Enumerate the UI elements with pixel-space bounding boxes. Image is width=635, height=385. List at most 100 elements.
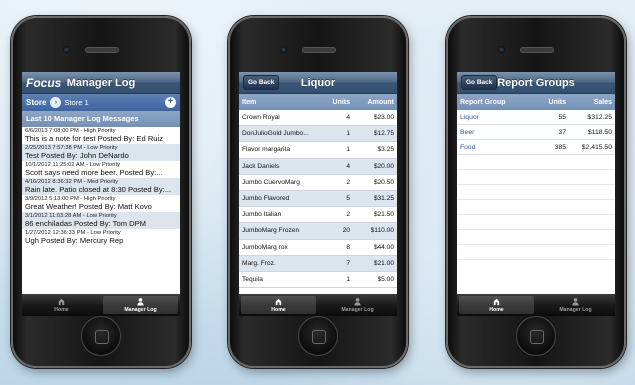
liquor-table: Crown Royal 4 $23.00 DonJulioGold Jumbo... 1… [239,110,397,289]
camera [498,46,505,53]
list-item[interactable]: 3/9/2012 5:13:00 PM - High Priority Great… [22,195,180,212]
add-icon[interactable]: + [165,97,176,108]
list-item[interactable]: 10/1/2012 11:25:02 AM - Low Priority Scot… [22,161,180,178]
camera [280,46,287,53]
go-back-button[interactable]: Go Back [461,75,498,90]
person-icon [353,297,362,307]
home-icon [274,297,283,307]
home-button[interactable] [81,316,121,356]
table-row[interactable]: Marg. Froz. 7 $21.00 [239,255,397,272]
cell-item: Marg. Froz. [242,259,276,267]
column-sales: Sales [593,98,612,106]
focus-logo: Focus [26,75,62,90]
cell-item: Jumbo Flavored [242,195,290,203]
table-row[interactable]: JumboMarg Frozen 20 $110.00 [239,223,397,240]
table-row[interactable]: JumboMarg rox 8 $44.00 [239,239,397,256]
tab-label: Home [54,307,69,313]
screen: Go Back Liquor Item Units Amount Crown R… [239,72,397,316]
nav-bar: Go Back Report Groups [457,72,615,94]
home-button[interactable] [298,316,338,356]
empty-row [457,230,615,245]
tab-home[interactable]: Home [459,296,534,314]
store-name: Store 1 [64,98,89,107]
message-text: This is a note for test Posted By: Ed Ru… [25,134,164,143]
tab-label: Manager Log [124,307,157,313]
table-row[interactable]: DonJulioGold Jumbo... 1 $12.75 [239,126,397,143]
cell-sales: $118.50 [587,128,612,136]
cell-report-group: Food [460,143,476,151]
cell-units: 4 [346,162,350,170]
table-row[interactable]: Jumbo CuervoMarg 2 $20.50 [239,174,397,191]
tab-manager-log[interactable]: Manager Log [103,296,178,314]
cell-item: Tequila [242,275,263,283]
table-row[interactable]: Jumbo Italian 2 $21.50 [239,207,397,224]
tab-manager-log[interactable]: Manager Log [538,296,613,314]
empty-row [457,155,615,170]
person-icon [571,297,580,307]
column-units: Units [548,98,567,106]
tab-manager-log[interactable]: Manager Log [320,296,395,314]
table-row[interactable]: Beer 37 $118.50 [457,125,615,140]
cell-sales: $312.25 [587,113,612,121]
home-icon [492,297,501,307]
cell-units: 5 [346,195,350,203]
chevron-right-icon[interactable]: › [50,97,62,108]
cell-units: 7 [346,259,350,267]
tab-home[interactable]: Home [241,296,316,314]
message-text: Great Weather! Posted By: Matt Kovo [25,202,152,211]
store-selector[interactable]: Store › Store 1 + [22,94,180,111]
cell-amount: $23.00 [373,114,394,122]
cell-units: 1 [346,146,350,154]
nav-bar: Focus Manager Log [22,72,180,94]
cell-amount: $110.00 [370,227,394,235]
store-label: Store [26,98,47,107]
go-back-button[interactable]: Go Back [243,75,280,90]
table-row[interactable]: Liquor 55 $312.25 [457,110,615,125]
list-item[interactable]: 4/16/2012 8:36:32 PM - Med Priority Rain … [22,178,180,195]
table-header: Report Group Units Sales [457,94,615,110]
speaker [85,47,119,53]
cell-units: 1 [346,130,350,138]
empty-row [457,200,615,215]
cell-item: Crown Royal [242,114,280,122]
cell-report-group: Beer [460,128,475,136]
tab-label: Manager Log [559,307,592,313]
table-row[interactable]: Flavor margarita 1 $3.25 [239,142,397,159]
cell-amount: $44.00 [373,243,394,251]
column-report-group: Report Group [460,98,506,106]
table-row[interactable]: Tequila 1 $5.00 [239,271,397,289]
section-header: Last 10 Manager Log Messages [22,111,180,127]
phone-liquor: Go Back Liquor Item Units Amount Crown R… [228,16,408,368]
tab-label: Home [271,307,286,313]
table-row[interactable]: Crown Royal 4 $23.00 [239,110,397,127]
empty-row [457,215,615,230]
cell-units: 20 [342,227,350,235]
list-item[interactable]: 6/6/2013 7:08:00 PM - High Priority This … [22,127,180,144]
table-row[interactable]: Jack Daniels 4 $20.00 [239,158,397,175]
speaker [520,47,554,53]
message-text: Ugh Posted By: Mercury Rep [25,236,124,245]
person-icon [136,297,145,307]
cell-amount: $20.00 [373,162,394,170]
table-row[interactable]: Food 385 $2,415.50 [457,140,615,155]
tab-label: Manager Log [341,307,374,313]
home-icon [57,297,66,307]
list-item[interactable]: 3/1/2012 11:03:28 AM - Low Priority 86 en… [22,212,180,229]
list-item[interactable]: 2/25/2013 7:57:38 PM - Low Priority Test … [22,144,180,161]
cell-item: Jumbo Italian [242,211,282,219]
log-list: 6/6/2013 7:08:00 PM - High Priority This … [22,127,180,246]
screen: Focus Manager Log Store › Store 1 + Last… [22,72,180,316]
message-text: 86 enchiladas Posted By: Tom DPM [25,219,146,228]
cell-item: DonJulioGold Jumbo... [242,130,309,138]
cell-item: JumboMarg rox [242,243,288,251]
table-row[interactable]: Jumbo Flavored 5 $31.25 [239,190,397,208]
message-text: Scott says need more beer. Posted By:... [25,168,163,177]
home-button[interactable] [516,316,556,356]
report-groups-table: Liquor 55 $312.25 Beer 37 $118.50 Food 385 $2,41… [457,110,615,260]
speaker [302,47,336,53]
empty-row [457,185,615,200]
cell-amount: $21.00 [373,259,394,267]
tab-home[interactable]: Home [24,296,99,314]
list-item[interactable]: 1/27/2012 12:36:33 PM - Low Priority Ugh … [22,229,180,246]
screen: Go Back Report Groups Report Group Units… [457,72,615,316]
